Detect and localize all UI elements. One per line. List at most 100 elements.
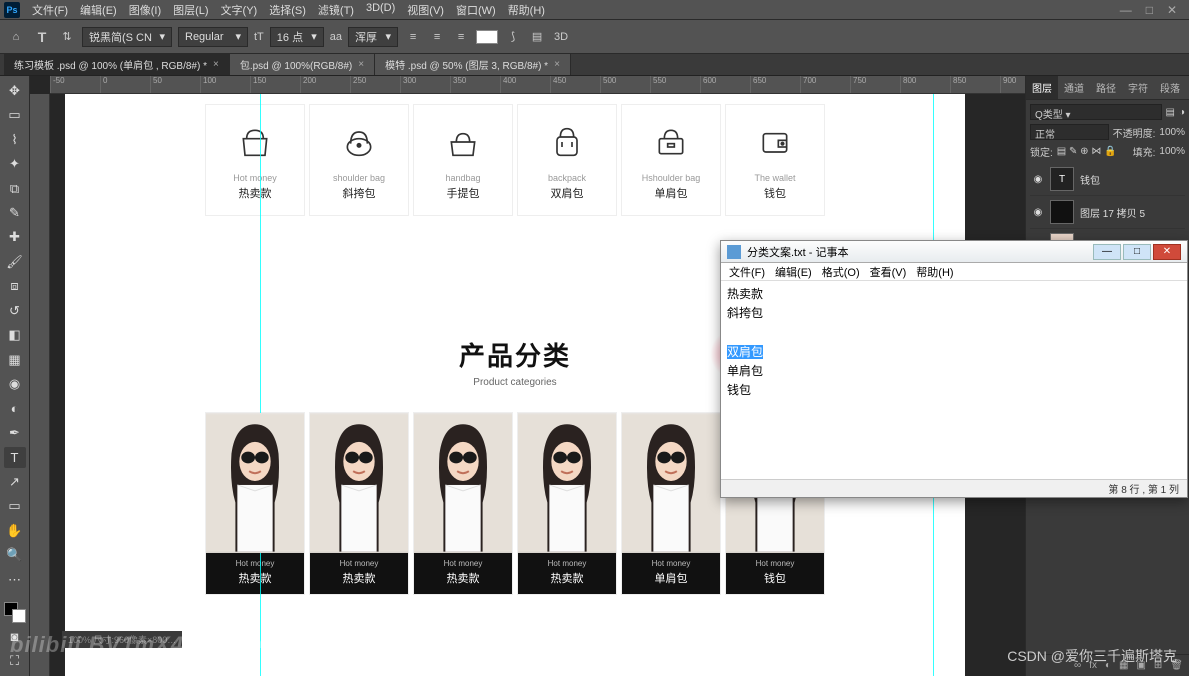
edit-toolbar[interactable]: ⋯ xyxy=(4,569,26,590)
path-tool[interactable]: ↗ xyxy=(4,471,26,492)
blend-mode-select[interactable]: 正常 xyxy=(1030,124,1109,140)
crop-tool[interactable]: ⧉ xyxy=(4,178,26,199)
document-tab[interactable]: 模特 .psd @ 50% (图层 3, RGB/8#) *× xyxy=(375,54,571,75)
notepad-minimize-button[interactable]: — xyxy=(1093,244,1121,260)
category-card: backpack 双肩包 xyxy=(517,104,617,216)
notepad-menu-item[interactable]: 格式(O) xyxy=(818,264,864,280)
category-cn: 双肩包 xyxy=(522,185,612,201)
category-card: Hshoulder bag单肩包 xyxy=(621,104,721,216)
menu-f[interactable]: 文件(F) xyxy=(26,0,74,20)
blur-tool[interactable]: ◉ xyxy=(4,373,26,394)
lock-icons[interactable]: ▤ ✎ ⊕ ⋈ 🔒 xyxy=(1057,146,1117,157)
notepad-menu-item[interactable]: 帮助(H) xyxy=(912,264,957,280)
tab-close-icon[interactable]: × xyxy=(358,59,364,70)
minimize-button[interactable]: — xyxy=(1120,3,1132,17)
notepad-menu: 文件(F)编辑(E)格式(O)查看(V)帮助(H) xyxy=(721,263,1187,281)
color-swatches[interactable] xyxy=(4,602,26,623)
align-right-icon[interactable]: ≡ xyxy=(452,28,470,46)
category-en: backpack xyxy=(522,173,612,183)
tab-close-icon[interactable]: × xyxy=(213,59,219,70)
category-en: Hot money xyxy=(210,173,300,183)
menu-i[interactable]: 图像(I) xyxy=(123,0,167,20)
notepad-icon xyxy=(727,245,741,259)
align-left-icon[interactable]: ≡ xyxy=(404,28,422,46)
guide-left[interactable] xyxy=(260,94,261,676)
menu-y[interactable]: 文字(Y) xyxy=(215,0,264,20)
menu-s[interactable]: 选择(S) xyxy=(263,0,312,20)
notepad-menu-item[interactable]: 查看(V) xyxy=(866,264,911,280)
3d-button[interactable]: 3D xyxy=(552,28,570,46)
panel-tab[interactable]: 字符 xyxy=(1122,76,1154,99)
filter-toggle-icon[interactable]: ◑ xyxy=(1179,107,1185,118)
notepad-menu-item[interactable]: 文件(F) xyxy=(725,264,769,280)
eraser-tool[interactable]: ◧ xyxy=(4,325,26,346)
text-color-swatch[interactable] xyxy=(476,30,498,44)
menu-dd[interactable]: 3D(D) xyxy=(360,0,401,20)
category-cn: 斜挎包 xyxy=(314,185,404,201)
document-tab[interactable]: 包.psd @ 100%(RGB/8#)× xyxy=(230,54,375,75)
maximize-button[interactable]: □ xyxy=(1146,3,1153,17)
visibility-icon[interactable]: ◉ xyxy=(1032,207,1044,218)
shape-tool[interactable]: ▭ xyxy=(4,496,26,517)
stamp-tool[interactable]: ⧈ xyxy=(4,276,26,297)
type-tool[interactable]: T xyxy=(4,447,26,468)
layer-row[interactable]: ◉图层 17 拷贝 5 xyxy=(1030,196,1185,229)
panel-tab[interactable]: 通道 xyxy=(1058,76,1090,99)
product-cn: 钱包 xyxy=(728,570,822,586)
category-en: The wallet xyxy=(730,173,820,183)
font-size-select[interactable]: 16 点▾ xyxy=(270,27,324,47)
eyedropper-tool[interactable]: ✎ xyxy=(4,202,26,223)
warp-text-icon[interactable]: ⟆ xyxy=(504,28,522,46)
category-cn: 单肩包 xyxy=(626,185,716,201)
dodge-tool[interactable]: ◐ xyxy=(4,398,26,419)
layer-filter-select[interactable]: Q类型 ▾ xyxy=(1030,104,1162,120)
menu-l[interactable]: 图层(L) xyxy=(167,0,214,20)
fill-value[interactable]: 100% xyxy=(1159,146,1185,157)
history-brush-tool[interactable]: ↺ xyxy=(4,300,26,321)
panel-tab[interactable]: 段落 xyxy=(1154,76,1186,99)
lasso-tool[interactable]: ⌇ xyxy=(4,129,26,150)
font-style-select[interactable]: Regular▾ xyxy=(178,27,248,47)
panel-tab[interactable]: 图层 xyxy=(1026,76,1058,99)
opacity-value[interactable]: 100% xyxy=(1159,127,1185,138)
notepad-close-button[interactable]: ✕ xyxy=(1153,244,1181,260)
notepad-titlebar[interactable]: 分类文案.txt - 记事本 — □ ✕ xyxy=(721,241,1187,263)
notepad-window[interactable]: 分类文案.txt - 记事本 — □ ✕ 文件(F)编辑(E)格式(O)查看(V… xyxy=(720,240,1188,498)
marquee-tool[interactable]: ▭ xyxy=(4,104,26,125)
font-family-select[interactable]: 锐黑简(S CN▾ xyxy=(82,27,172,47)
layer-row[interactable]: ◉T钱包 xyxy=(1030,163,1185,196)
close-button[interactable]: ✕ xyxy=(1167,3,1177,17)
home-icon[interactable]: ⌂ xyxy=(6,27,26,47)
menu-h[interactable]: 帮助(H) xyxy=(502,0,551,20)
menu-t[interactable]: 滤镜(T) xyxy=(312,0,360,20)
move-tool[interactable]: ✥ xyxy=(4,80,26,101)
visibility-icon[interactable]: ◉ xyxy=(1032,174,1044,185)
product-image xyxy=(206,413,304,553)
toggle-orientation-icon[interactable]: ⇅ xyxy=(58,28,76,46)
antialias-select[interactable]: 浑厚▾ xyxy=(348,27,398,47)
gradient-tool[interactable]: ▦ xyxy=(4,349,26,370)
panel-tab[interactable]: 路径 xyxy=(1090,76,1122,99)
character-panel-icon[interactable]: ▤ xyxy=(528,28,546,46)
product-en: Hot money xyxy=(728,559,822,568)
zoom-tool[interactable]: 🔍 xyxy=(4,545,26,566)
panel-tabs: 图层通道路径字符段落 xyxy=(1026,76,1189,100)
bag2-icon xyxy=(314,117,404,167)
notepad-content[interactable]: 热卖款斜挎包 双肩包单肩包钱包 xyxy=(721,281,1187,404)
menu-w[interactable]: 窗口(W) xyxy=(450,0,502,20)
brush-tool[interactable]: 🖌 xyxy=(4,251,26,272)
align-center-icon[interactable]: ≡ xyxy=(428,28,446,46)
menu-e[interactable]: 编辑(E) xyxy=(74,0,123,20)
tab-close-icon[interactable]: × xyxy=(554,59,560,70)
wand-tool[interactable]: ✦ xyxy=(4,153,26,174)
pen-tool[interactable]: ✒ xyxy=(4,422,26,443)
filter-type-icon[interactable]: ▤ xyxy=(1166,107,1175,118)
document-tabs: 练习模板 .psd @ 100% (单肩包 , RGB/8#) *×包.psd … xyxy=(0,54,1189,76)
heal-tool[interactable]: ✚ xyxy=(4,227,26,248)
menu-v[interactable]: 视图(V) xyxy=(401,0,450,20)
hand-tool[interactable]: ✋ xyxy=(4,520,26,541)
notepad-menu-item[interactable]: 编辑(E) xyxy=(771,264,816,280)
document-tab[interactable]: 练习模板 .psd @ 100% (单肩包 , RGB/8#) *× xyxy=(4,54,230,75)
notepad-maximize-button[interactable]: □ xyxy=(1123,244,1151,260)
category-cn: 热卖款 xyxy=(210,185,300,201)
